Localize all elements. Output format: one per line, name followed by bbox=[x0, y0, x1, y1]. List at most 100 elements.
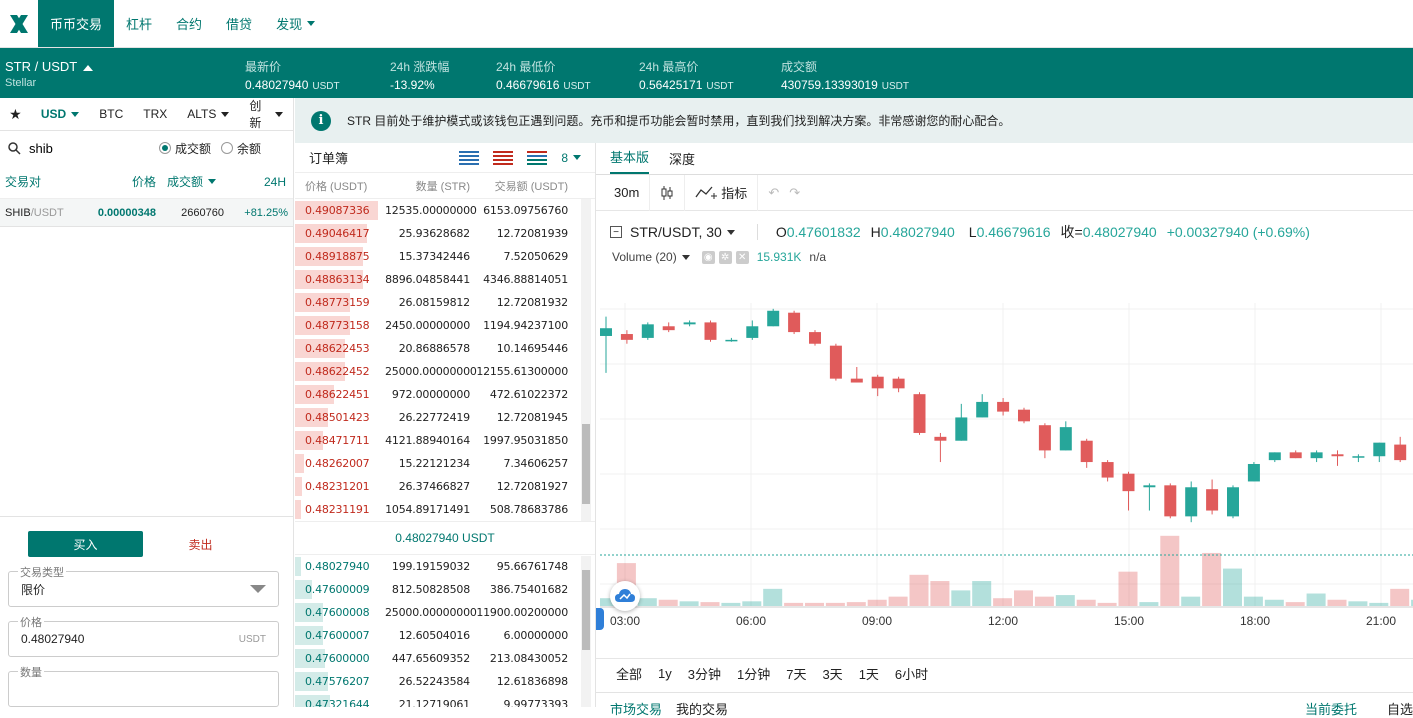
range-1y[interactable]: 1y bbox=[658, 666, 672, 681]
ask-row[interactable]: 0.48501423 26.22772419 12.72081945 bbox=[295, 406, 595, 429]
range-1min[interactable]: 1分钟 bbox=[737, 664, 770, 683]
ask-row[interactable]: 0.48918875 15.37342446 7.52050629 bbox=[295, 245, 595, 268]
quantity-field[interactable]: 数量 bbox=[8, 664, 279, 707]
stat-value: 0.56425171 USDT bbox=[639, 78, 734, 92]
range-3d[interactable]: 3天 bbox=[822, 664, 842, 683]
market-tab-trx[interactable]: TRX bbox=[133, 107, 177, 121]
col-volume[interactable]: 成交额 bbox=[156, 173, 216, 190]
view-both-icon[interactable] bbox=[459, 150, 480, 165]
side-panel-handle[interactable] bbox=[596, 608, 604, 630]
ask-row[interactable]: 0.49087336 12535.00000000 6153.09756760 bbox=[295, 199, 595, 222]
sell-tab[interactable]: 卖出 bbox=[143, 531, 258, 557]
buy-tab[interactable]: 买入 bbox=[28, 531, 143, 557]
order-type-field[interactable]: 交易类型 限价 bbox=[8, 564, 279, 607]
candle-type-button[interactable] bbox=[650, 174, 686, 211]
bid-row[interactable]: 0.47576207 26.52243584 12.61836898 bbox=[295, 670, 595, 693]
ask-row[interactable]: 0.48622451 972.00000000 472.61022372 bbox=[295, 383, 595, 406]
candlestick-chart[interactable]: 03:00 06:00 09:00 12:00 15:00 18:00 21:00 bbox=[600, 303, 1413, 628]
market-tab-alts[interactable]: ALTS bbox=[177, 107, 239, 121]
tab-my-trades[interactable]: 我的交易 bbox=[676, 699, 728, 717]
tab-basic[interactable]: 基本版 bbox=[610, 147, 650, 174]
redo-icon[interactable]: ↷ bbox=[789, 175, 810, 211]
range-all[interactable]: 全部 bbox=[616, 664, 642, 683]
col-pair[interactable]: 交易对 bbox=[0, 173, 88, 190]
quantity-input[interactable] bbox=[8, 671, 279, 707]
ask-row[interactable]: 0.48863134 8896.04858441 4346.88814051 bbox=[295, 268, 595, 291]
col-price[interactable]: 价格 bbox=[88, 173, 156, 190]
tab-depth[interactable]: 深度 bbox=[669, 149, 695, 174]
undo-icon[interactable]: ↶ bbox=[758, 175, 789, 211]
ask-row[interactable]: 0.48622452 25000.00000000 12155.61300000 bbox=[295, 360, 595, 383]
price-input[interactable]: 0.48027940 USDT bbox=[8, 621, 279, 657]
legend-symbol[interactable]: STR/USDT, 30 bbox=[630, 224, 722, 240]
volume-bar bbox=[1055, 595, 1075, 606]
pair-selector[interactable]: STR / USDT bbox=[5, 59, 94, 74]
view-asks-icon[interactable] bbox=[493, 150, 514, 165]
range-6h[interactable]: 6小时 bbox=[895, 664, 928, 683]
volume-value: 15.931K bbox=[756, 250, 802, 264]
tab-open-orders[interactable]: 当前委托 bbox=[1305, 699, 1357, 717]
market-row-shib[interactable]: SHIB/USDT 0.00000348 2660760 +81.25% bbox=[0, 199, 293, 227]
view-bids-icon[interactable] bbox=[527, 150, 548, 165]
nav-discover-label: 发现 bbox=[276, 17, 303, 32]
volume-bar bbox=[1014, 590, 1033, 606]
favorites-star-icon[interactable]: ★ bbox=[0, 106, 31, 123]
nav-futures[interactable]: 合约 bbox=[164, 0, 214, 47]
range-7d[interactable]: 7天 bbox=[786, 664, 806, 683]
close-icon[interactable]: ✕ bbox=[735, 250, 749, 264]
interval-button[interactable]: 30m bbox=[604, 174, 651, 211]
bid-row[interactable]: 0.47321644 21.12719061 9.99773393 bbox=[295, 693, 595, 707]
bid-row[interactable]: 0.48027940 199.19159032 95.66761748 bbox=[295, 555, 595, 578]
tab-watchlist[interactable]: 自选 bbox=[1387, 699, 1413, 717]
ask-row[interactable]: 0.49046417 25.93628682 12.72081939 bbox=[295, 222, 595, 245]
ask-row[interactable]: 0.48622453 20.86886578 10.14695446 bbox=[295, 337, 595, 360]
stat-value: 430759.13393019 USDT bbox=[781, 78, 909, 92]
market-tab-usd[interactable]: USD bbox=[31, 107, 89, 121]
cloud-icon[interactable] bbox=[610, 581, 640, 611]
sort-by-balance-radio[interactable]: 余额 bbox=[221, 140, 261, 157]
bids-scrollbar[interactable] bbox=[581, 556, 591, 707]
asks-scrollbar[interactable] bbox=[581, 199, 591, 521]
price-field[interactable]: 价格 0.48027940 USDT bbox=[8, 614, 279, 657]
ask-row[interactable]: 0.48262007 15.22121234 7.34606257 bbox=[295, 452, 595, 475]
nav-spot-trading[interactable]: 币币交易 bbox=[38, 0, 115, 47]
ask-row[interactable]: 0.48231191 1054.89171491 508.78683786 bbox=[295, 498, 595, 521]
nav-margin[interactable]: 杠杆 bbox=[114, 0, 164, 47]
chevron-down-icon bbox=[573, 155, 581, 160]
candle-body bbox=[1080, 440, 1093, 463]
bid-row[interactable]: 0.47600009 812.50828508 386.75401682 bbox=[295, 578, 595, 601]
bid-row[interactable]: 0.47600007 12.60504016 6.00000000 bbox=[295, 624, 595, 647]
collapse-icon[interactable]: − bbox=[610, 226, 622, 238]
volume-label[interactable]: Volume (20) bbox=[612, 250, 677, 264]
candle-body bbox=[913, 394, 926, 433]
candle-body bbox=[662, 326, 675, 331]
order-book-title: 订单簿 bbox=[309, 151, 349, 166]
volume-bar bbox=[1223, 568, 1242, 606]
ask-price: 0.49046417 bbox=[305, 227, 370, 240]
ask-row[interactable]: 0.48471711 4121.88940164 1997.95031850 bbox=[295, 429, 595, 452]
settings-gear-icon[interactable]: ✲ bbox=[718, 250, 732, 264]
logo[interactable] bbox=[0, 0, 38, 47]
col-change[interactable]: 24H bbox=[216, 175, 286, 189]
bid-row[interactable]: 0.47600008 25000.00000000 11900.00200000 bbox=[295, 601, 595, 624]
market-tab-innovation[interactable]: 创新 bbox=[239, 97, 293, 131]
ask-row[interactable]: 0.48773158 2450.00000000 1194.94237100 bbox=[295, 314, 595, 337]
market-list-empty-area bbox=[0, 227, 293, 517]
scroll-thumb[interactable] bbox=[582, 570, 590, 650]
nav-lending[interactable]: 借贷 bbox=[214, 0, 264, 47]
sort-by-volume-radio[interactable]: 成交额 bbox=[159, 140, 211, 157]
ask-row[interactable]: 0.48773159 26.08159812 12.72081932 bbox=[295, 291, 595, 314]
range-1d[interactable]: 1天 bbox=[859, 664, 879, 683]
bid-row[interactable]: 0.47600000 447.65609352 213.08430052 bbox=[295, 647, 595, 670]
range-3min[interactable]: 3分钟 bbox=[688, 664, 721, 683]
market-tab-btc[interactable]: BTC bbox=[89, 107, 133, 121]
scroll-thumb[interactable] bbox=[582, 424, 590, 504]
ask-row[interactable]: 0.48231201 26.37466827 12.72081927 bbox=[295, 475, 595, 498]
tab-market-trades[interactable]: 市场交易 bbox=[610, 699, 662, 717]
indicators-button[interactable]: 指标 bbox=[685, 174, 759, 211]
market-search-input[interactable] bbox=[29, 140, 149, 156]
legend-h: 0.48027940 bbox=[880, 224, 955, 240]
eye-icon[interactable]: ◉ bbox=[701, 250, 715, 264]
nav-discover[interactable]: 发现 bbox=[264, 0, 327, 47]
decimals-select[interactable]: 8 bbox=[561, 151, 581, 165]
